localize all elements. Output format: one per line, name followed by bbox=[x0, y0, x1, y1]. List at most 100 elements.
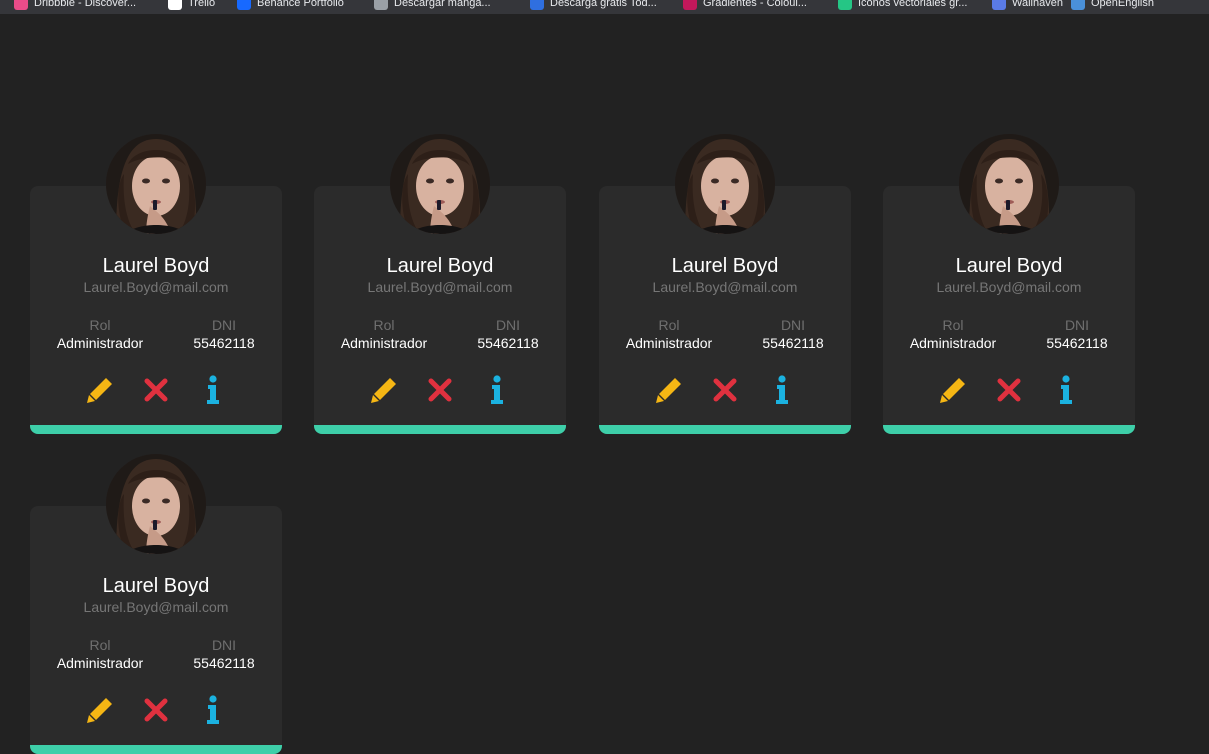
user-name: Laurel Boyd bbox=[671, 255, 779, 277]
pencil-icon bbox=[371, 378, 396, 403]
bookmark-label: Trello bbox=[188, 0, 216, 9]
rol-label: Rol bbox=[373, 317, 395, 333]
rol-value: Administrador bbox=[56, 335, 144, 351]
avatar bbox=[675, 134, 775, 234]
user-card: Laurel Boyd Laurel.Boyd@mail.com Rol Adm… bbox=[30, 134, 282, 434]
card-accent-bar bbox=[30, 745, 282, 754]
avatar-photo bbox=[390, 134, 490, 234]
user-card: Laurel Boyd Laurel.Boyd@mail.com Rol Adm… bbox=[30, 454, 282, 754]
delete-button[interactable] bbox=[140, 694, 172, 726]
rol-label: Rol bbox=[942, 317, 964, 333]
edit-button[interactable] bbox=[84, 374, 116, 406]
bookmark-favicon-icon bbox=[992, 0, 1006, 10]
bookmark-item[interactable]: Descarga gratis Tod... bbox=[530, 0, 657, 12]
pencil-icon bbox=[656, 378, 681, 403]
edit-button[interactable] bbox=[653, 374, 685, 406]
rol-label: Rol bbox=[89, 637, 111, 653]
user-name: Laurel Boyd bbox=[102, 255, 210, 277]
edit-button[interactable] bbox=[368, 374, 400, 406]
bookmark-favicon-icon bbox=[237, 0, 251, 10]
avatar-photo bbox=[106, 134, 206, 234]
dni-value: 55462118 bbox=[762, 335, 824, 351]
card-accent-bar bbox=[30, 425, 282, 434]
bookmark-favicon-icon bbox=[1071, 0, 1085, 10]
bookmark-favicon-icon bbox=[683, 0, 697, 10]
card-actions bbox=[883, 374, 1135, 406]
close-icon bbox=[428, 378, 452, 402]
info-icon bbox=[207, 375, 219, 404]
close-icon bbox=[144, 698, 168, 722]
bookmarks-bar: Dribbble - Discover... Trello Behance Port… bbox=[0, 0, 1209, 14]
user-email: Laurel.Boyd@mail.com bbox=[367, 279, 513, 295]
rol-value: Administrador bbox=[56, 655, 144, 671]
info-icon bbox=[207, 695, 219, 724]
bookmark-item[interactable]: Iconos vectoriales gr... bbox=[838, 0, 967, 12]
close-icon bbox=[997, 378, 1021, 402]
avatar-photo bbox=[675, 134, 775, 234]
bookmark-item[interactable]: Descargar manga... bbox=[374, 0, 491, 12]
bookmark-item[interactable]: Dribbble - Discover... bbox=[14, 0, 136, 12]
user-name: Laurel Boyd bbox=[102, 575, 210, 597]
info-button[interactable] bbox=[197, 374, 229, 406]
user-email: Laurel.Boyd@mail.com bbox=[652, 279, 798, 295]
info-icon bbox=[1060, 375, 1072, 404]
card-actions bbox=[599, 374, 851, 406]
card-accent-bar bbox=[883, 425, 1135, 434]
bookmark-favicon-icon bbox=[168, 0, 182, 10]
bookmark-favicon-icon bbox=[838, 0, 852, 10]
user-card: Laurel Boyd Laurel.Boyd@mail.com Rol Adm… bbox=[314, 134, 566, 434]
dni-label: DNI bbox=[495, 317, 521, 333]
bookmark-favicon-icon bbox=[374, 0, 388, 10]
bookmark-label: Gradientes - Coloui... bbox=[703, 0, 807, 9]
card-actions bbox=[30, 374, 282, 406]
delete-button[interactable] bbox=[140, 374, 172, 406]
info-button[interactable] bbox=[197, 694, 229, 726]
bookmark-item[interactable]: Behance Portfolio bbox=[237, 0, 344, 12]
close-icon bbox=[144, 378, 168, 402]
user-email: Laurel.Boyd@mail.com bbox=[83, 279, 229, 295]
edit-button[interactable] bbox=[84, 694, 116, 726]
pencil-icon bbox=[87, 698, 112, 723]
user-email: Laurel.Boyd@mail.com bbox=[83, 599, 229, 615]
rol-value: Administrador bbox=[625, 335, 713, 351]
dni-value: 55462118 bbox=[193, 655, 255, 671]
avatar bbox=[959, 134, 1059, 234]
avatar bbox=[106, 454, 206, 554]
user-email: Laurel.Boyd@mail.com bbox=[936, 279, 1082, 295]
avatar-photo bbox=[959, 134, 1059, 234]
bookmark-label: Descargar manga... bbox=[394, 0, 491, 9]
info-button[interactable] bbox=[481, 374, 513, 406]
user-name: Laurel Boyd bbox=[955, 255, 1063, 277]
bookmark-label: Descarga gratis Tod... bbox=[550, 0, 657, 9]
edit-button[interactable] bbox=[937, 374, 969, 406]
bookmark-item[interactable]: Trello bbox=[168, 0, 215, 12]
dni-value: 55462118 bbox=[1046, 335, 1108, 351]
bookmark-favicon-icon bbox=[14, 0, 28, 10]
dni-label: DNI bbox=[1064, 317, 1090, 333]
user-card: Laurel Boyd Laurel.Boyd@mail.com Rol Adm… bbox=[883, 134, 1135, 434]
user-name: Laurel Boyd bbox=[386, 255, 494, 277]
bookmark-label: Iconos vectoriales gr... bbox=[858, 0, 968, 9]
avatar bbox=[390, 134, 490, 234]
card-actions bbox=[314, 374, 566, 406]
rol-label: Rol bbox=[89, 317, 111, 333]
bookmark-item[interactable]: Gradientes - Coloui... bbox=[683, 0, 807, 12]
avatar-photo bbox=[106, 454, 206, 554]
info-button[interactable] bbox=[1050, 374, 1082, 406]
bookmark-label: Dribbble - Discover... bbox=[34, 0, 137, 9]
delete-button[interactable] bbox=[424, 374, 456, 406]
info-icon bbox=[491, 375, 503, 404]
close-icon bbox=[713, 378, 737, 402]
pencil-icon bbox=[940, 378, 965, 403]
dni-value: 55462118 bbox=[193, 335, 255, 351]
delete-button[interactable] bbox=[709, 374, 741, 406]
bookmark-item[interactable]: OpenEnglish bbox=[1071, 0, 1154, 12]
rol-label: Rol bbox=[658, 317, 680, 333]
dni-label: DNI bbox=[780, 317, 806, 333]
dni-value: 55462118 bbox=[477, 335, 539, 351]
bookmark-item[interactable]: Wallhaven bbox=[992, 0, 1063, 12]
info-button[interactable] bbox=[766, 374, 798, 406]
delete-button[interactable] bbox=[993, 374, 1025, 406]
avatar bbox=[106, 134, 206, 234]
pencil-icon bbox=[87, 378, 112, 403]
